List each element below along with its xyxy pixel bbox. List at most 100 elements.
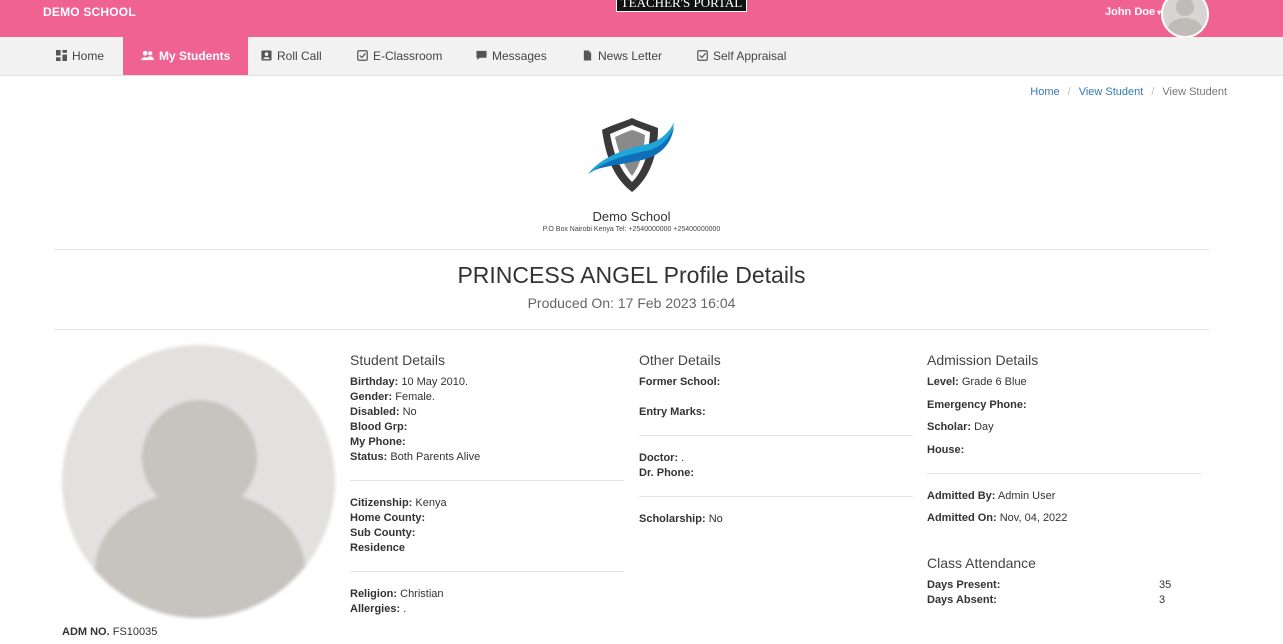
divider: [350, 480, 624, 481]
divider: [927, 473, 1201, 474]
adm-value: FS10035: [112, 626, 158, 638]
detail-label: Status:: [350, 451, 388, 463]
detail-row: Doctor: .: [639, 452, 684, 464]
detail-row: Scholarship: No: [639, 513, 723, 525]
divider: [54, 249, 1209, 250]
nav-label: Roll Call: [277, 49, 322, 63]
admission-number: ADM NO. FS10035: [62, 626, 157, 638]
detail-row: Scholar: Day: [927, 421, 994, 433]
detail-label: Dr. Phone:: [639, 467, 695, 479]
nav-item-my-students[interactable]: My Students: [123, 37, 249, 75]
detail-row: Former School:: [639, 376, 720, 388]
detail-value: 10 May 2010.: [401, 376, 468, 388]
nav-item-roll-call[interactable]: Roll Call: [261, 37, 322, 75]
student-photo: [62, 345, 335, 618]
nav-item-news-letter[interactable]: News Letter: [582, 37, 662, 75]
detail-value: No: [708, 513, 723, 525]
user-menu[interactable]: John Doe ▾: [1105, 6, 1161, 18]
nav-label: My Students: [159, 49, 231, 63]
detail-row: Entry Marks:: [639, 406, 706, 418]
detail-row: Residence: [350, 542, 405, 554]
admission-details-title: Admission Details: [927, 352, 1039, 368]
detail-label: Level:: [927, 376, 959, 388]
divider: [350, 571, 624, 572]
detail-label: Allergies:: [350, 603, 401, 615]
attendance-value: 35: [1159, 579, 1172, 591]
nav-label: Messages: [492, 49, 547, 63]
detail-row: Level: Grade 6 Blue: [927, 376, 1027, 388]
nav-item-home[interactable]: Home: [56, 37, 104, 75]
detail-label: My Phone:: [350, 436, 406, 448]
class-attendance-title: Class Attendance: [927, 555, 1036, 571]
nav-label: Home: [72, 49, 105, 63]
breadcrumb-home[interactable]: Home: [1030, 86, 1059, 98]
detail-value: Female.: [395, 391, 435, 403]
main-nav: Home My Students Roll Call E-Classroom M…: [0, 37, 1283, 76]
contact-card-icon: [261, 50, 272, 61]
nav-item-self-appraisal[interactable]: Self Appraisal: [697, 37, 786, 75]
attendance-label: Days Absent:: [927, 594, 997, 606]
attendance-value: 3: [1159, 594, 1166, 606]
detail-label: Admitted On:: [927, 512, 997, 524]
adm-label: ADM NO.: [62, 626, 110, 638]
produced-date: Produced On: 17 Feb 2023 16:04: [527, 295, 736, 311]
document-icon: [583, 50, 592, 61]
nav-item-e-classroom[interactable]: E-Classroom: [357, 37, 442, 75]
detail-value: No: [402, 406, 417, 418]
breadcrumb-separator: /: [1151, 86, 1155, 98]
nav-label: Self Appraisal: [713, 49, 787, 63]
dashboard-icon: [56, 50, 67, 61]
detail-value: Kenya: [415, 497, 447, 509]
breadcrumb-view-student[interactable]: View Student: [1079, 86, 1144, 98]
detail-label: Residence: [350, 542, 406, 554]
school-logo: [588, 118, 674, 192]
portal-title: TEACHER'S PORTAL: [616, 0, 747, 12]
detail-value: Grade 6 Blue: [961, 376, 1027, 388]
detail-value: Admin User: [997, 490, 1056, 502]
divider: [54, 329, 1209, 330]
detail-row: Dr. Phone:: [639, 467, 694, 479]
nav-label: News Letter: [598, 49, 663, 63]
detail-row: Admitted On: Nov, 04, 2022: [927, 512, 1067, 524]
detail-row: Home County:: [350, 512, 425, 524]
user-avatar[interactable]: [1161, 0, 1209, 38]
detail-label: Doctor:: [639, 452, 679, 464]
detail-row: Birthday: 10 May 2010.: [350, 376, 468, 388]
detail-value: Christian: [400, 588, 444, 600]
detail-row: Blood Grp:: [350, 421, 407, 433]
user-name: John Doe: [1105, 6, 1156, 18]
detail-row: Admitted By: Admin User: [927, 490, 1055, 502]
detail-label: Scholar:: [927, 421, 972, 433]
attendance-label: Days Present:: [927, 579, 1001, 591]
detail-row: Disabled: No: [350, 406, 417, 418]
checkbox-icon: [357, 50, 368, 61]
divider: [639, 496, 913, 497]
detail-label: Admitted By:: [927, 490, 996, 502]
detail-label: Home County:: [350, 512, 426, 524]
detail-value: .: [681, 452, 685, 464]
detail-row: Status: Both Parents Alive: [350, 451, 480, 463]
breadcrumb-current: View Student: [1162, 86, 1227, 98]
detail-value: Nov, 04, 2022: [999, 512, 1068, 524]
brand-name[interactable]: DEMO SCHOOL: [43, 5, 136, 19]
page-title: PRINCESS ANGEL Profile Details: [457, 262, 806, 288]
detail-label: Religion:: [350, 588, 398, 600]
school-address: P.O Box Nairobi Kenya Tel: +2540000000 +…: [542, 226, 721, 233]
detail-row: My Phone:: [350, 436, 406, 448]
detail-label: Disabled:: [350, 406, 400, 418]
detail-label: Scholarship:: [639, 513, 706, 525]
detail-label: Former School:: [639, 376, 721, 388]
detail-label: Gender:: [350, 391, 393, 403]
detail-label: Birthday:: [350, 376, 399, 388]
detail-value: Both Parents Alive: [390, 451, 481, 463]
detail-label: House:: [927, 444, 965, 456]
detail-label: Citizenship:: [350, 497, 413, 509]
nav-item-messages[interactable]: Messages: [476, 37, 547, 75]
detail-row: Religion: Christian: [350, 588, 444, 600]
detail-label: Sub County:: [350, 527, 416, 539]
student-details-title: Student Details: [350, 352, 445, 368]
detail-row: Gender: Female.: [350, 391, 435, 403]
detail-row: Allergies: .: [350, 603, 406, 615]
breadcrumb-separator: /: [1067, 86, 1071, 98]
users-icon: [141, 50, 154, 61]
